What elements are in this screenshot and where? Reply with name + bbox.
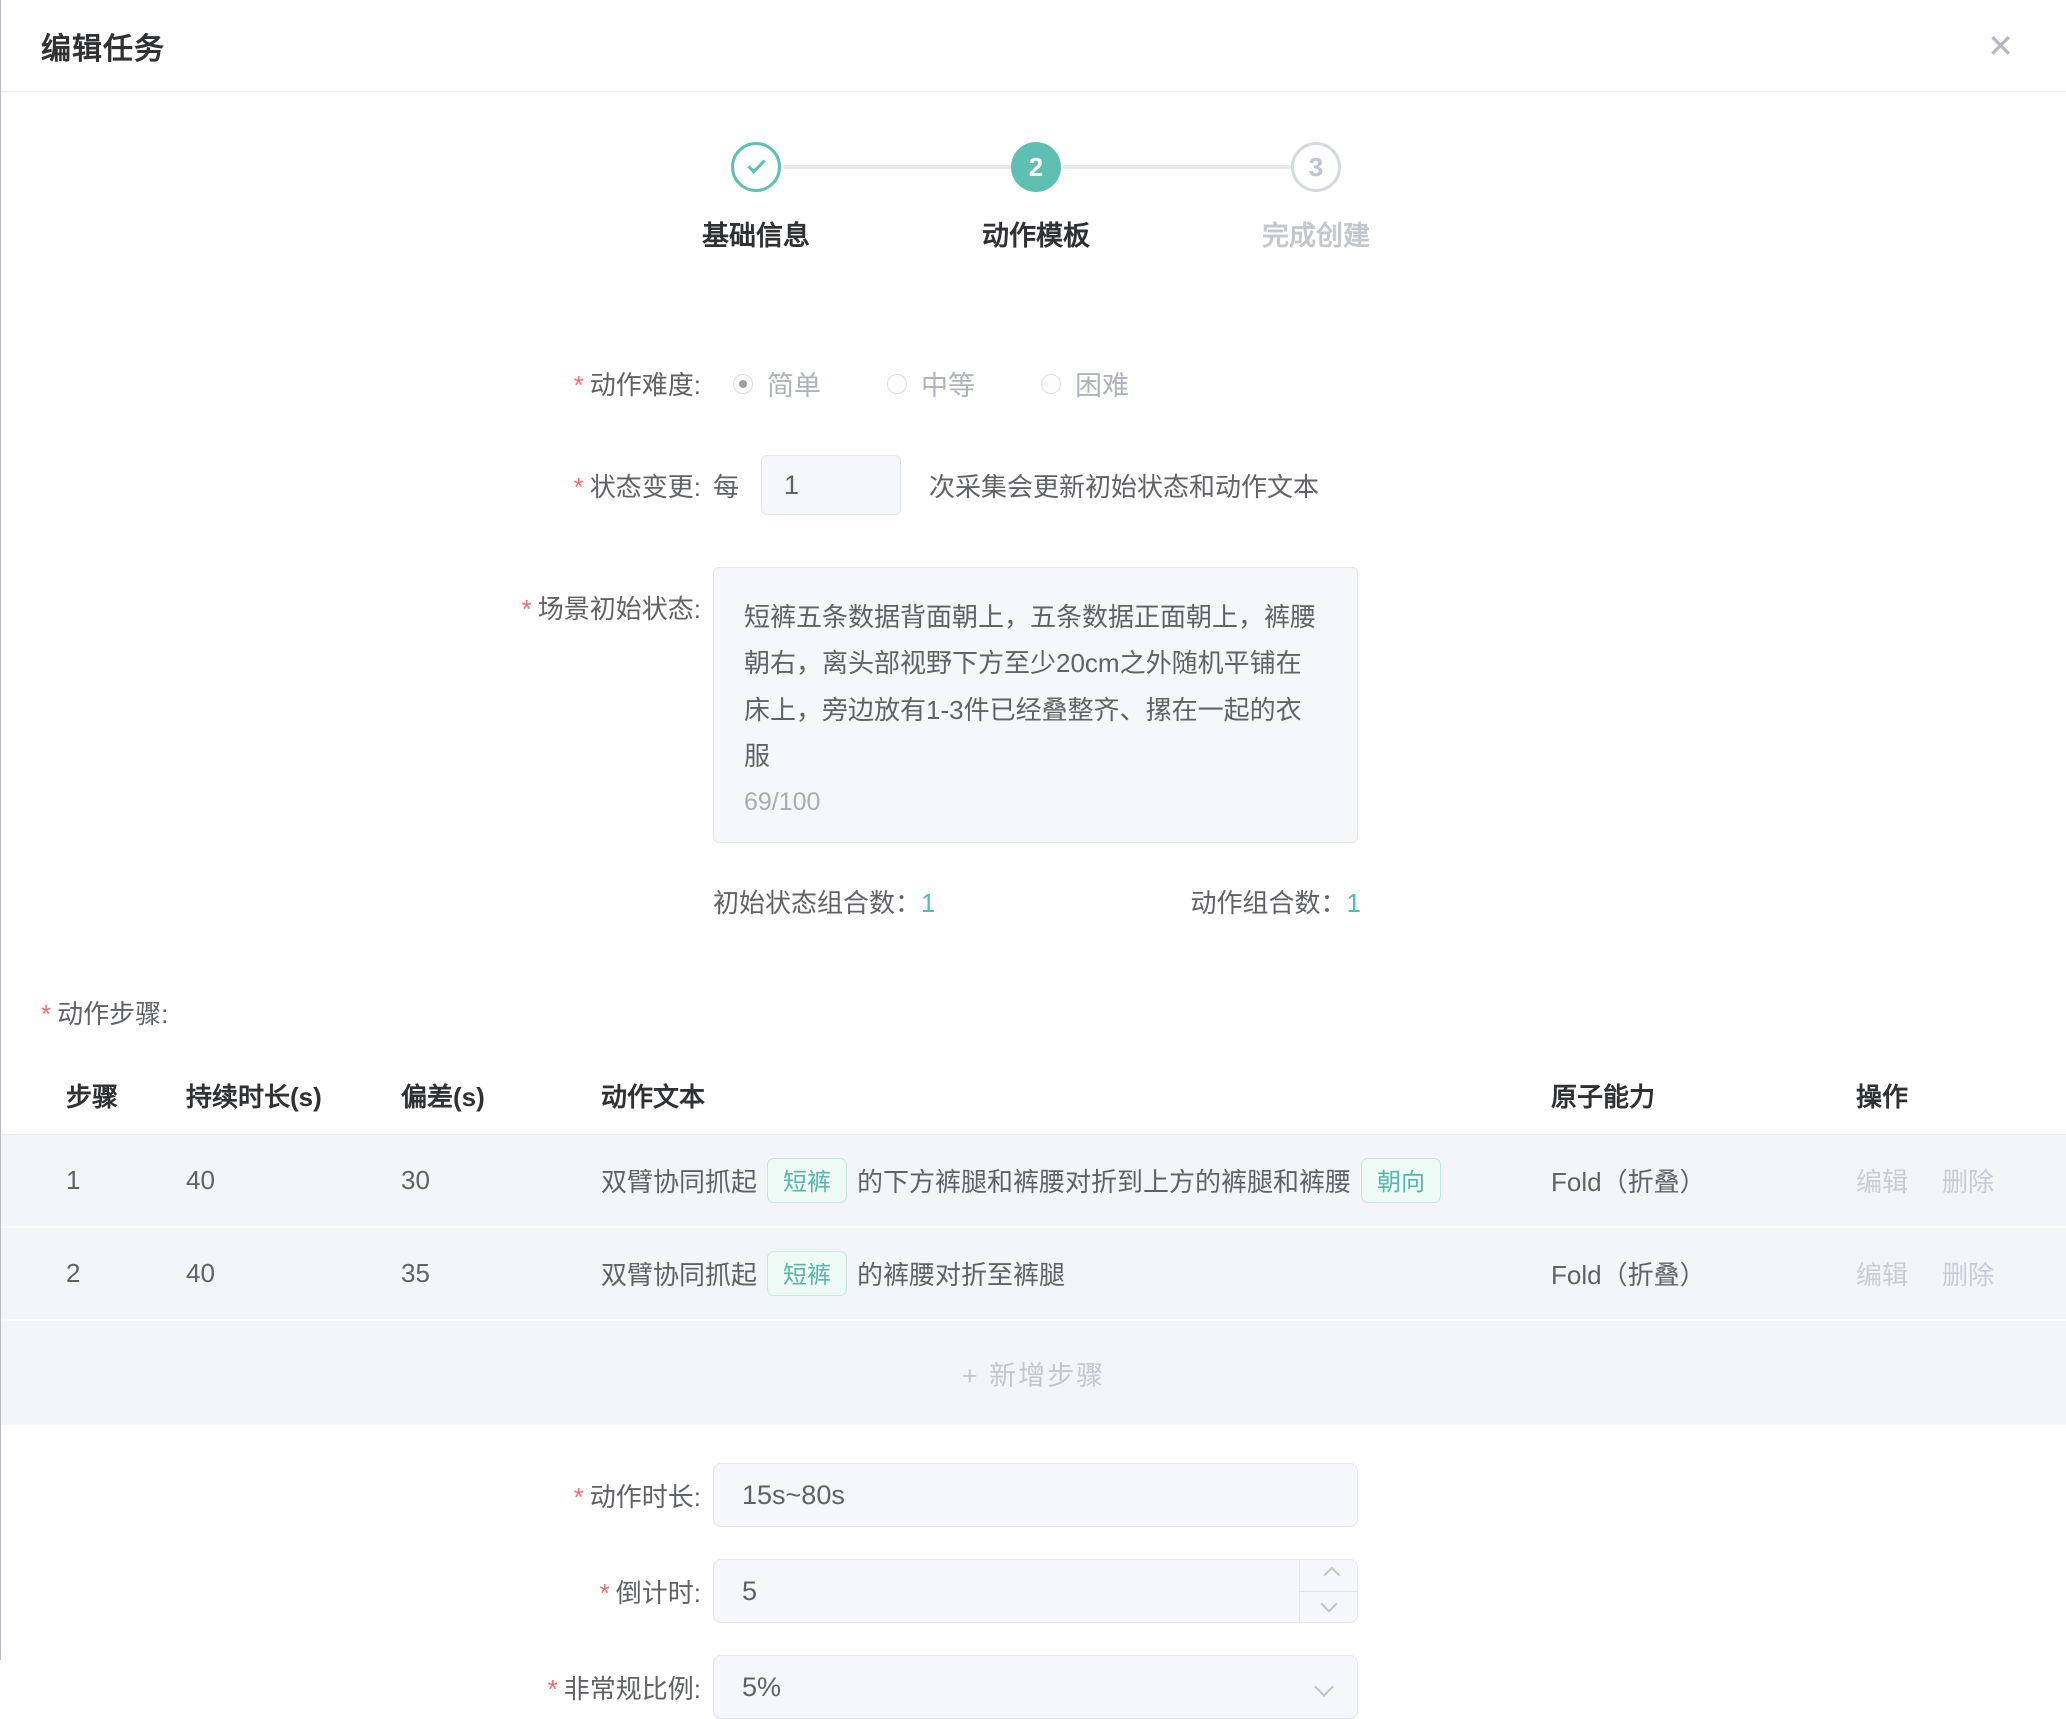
step-1-circle[interactable]	[731, 142, 781, 192]
close-icon[interactable]: ✕	[1987, 30, 2014, 62]
row-step: 2	[66, 1258, 186, 1289]
action-duration-row: *动作时长: 15s~80s	[1, 1463, 2066, 1527]
ratio-select[interactable]: 5%	[713, 1655, 1358, 1719]
row-step: 1	[66, 1165, 186, 1196]
required-mark: *	[600, 1578, 610, 1608]
difficulty-row: *动作难度: 简单 中等 困难	[1, 364, 2066, 403]
add-step-row: + 新增步骤	[1, 1321, 2066, 1425]
delete-button[interactable]: 删除	[1942, 1162, 1994, 1199]
object-tag: 短裤	[767, 1158, 847, 1203]
chevron-down-icon	[1320, 1595, 1337, 1612]
ratio-row: *非常规比例: 5%	[1, 1655, 2066, 1719]
initial-combo-value: 1	[921, 888, 935, 918]
action-duration-input[interactable]: 15s~80s	[713, 1463, 1358, 1527]
step-action-template[interactable]: 2 动作模板	[886, 142, 1186, 253]
required-mark: *	[574, 370, 584, 400]
initial-state-row: *场景初始状态: 短裤五条数据背面朝上，五条数据正面朝上，裤腰朝右，离头部视野下…	[1, 567, 2066, 843]
required-mark: *	[548, 1674, 558, 1704]
step-3-number: 3	[1309, 152, 1323, 183]
state-change-label: *状态变更:	[1, 467, 701, 504]
action-combo-value: 1	[1347, 888, 1361, 918]
radio-icon[interactable]	[887, 374, 907, 394]
combination-stats: 初始状态组合数：1 动作组合数：1	[713, 883, 1361, 920]
col-duration: 持续时长(s)	[186, 1077, 401, 1114]
initial-combo-stat: 初始状态组合数：1	[713, 883, 935, 920]
initial-state-label: *场景初始状态:	[1, 589, 701, 626]
state-change-control: 每 1 次采集会更新初始状态和动作文本	[713, 455, 1319, 515]
row-ability: Fold（折叠）	[1551, 1162, 1856, 1199]
step-basic-info[interactable]: 基础信息	[606, 142, 906, 253]
step-1-label: 基础信息	[606, 214, 906, 253]
state-change-row: *状态变更: 每 1 次采集会更新初始状态和动作文本	[1, 455, 2066, 515]
table-row: 1 40 30 双臂协同抓起 短裤 的下方裤腿和裤腰对折到上方的裤腿和裤腰 朝向…	[1, 1135, 2066, 1228]
col-action-text: 动作文本	[601, 1077, 1551, 1114]
radio-option-hard[interactable]: 困难	[1041, 364, 1129, 403]
step-2-circle[interactable]: 2	[1011, 142, 1061, 192]
stepper: 基础信息 2 动作模板 3 完成创建	[1, 122, 2066, 272]
step-3-label: 完成创建	[1166, 214, 1466, 253]
radio-option-medium[interactable]: 中等	[887, 364, 975, 403]
required-mark: *	[41, 999, 51, 1029]
form-lower: *动作时长: 15s~80s *倒计时: 5 *非常规比例: 5%	[1, 1463, 2066, 1719]
dialog-title: 编辑任务	[41, 24, 165, 68]
step-complete-creation[interactable]: 3 完成创建	[1166, 142, 1466, 253]
col-operations: 操作	[1856, 1077, 2066, 1114]
chevron-down-icon	[1314, 1677, 1334, 1697]
state-change-prefix: 每	[713, 467, 739, 504]
radio-icon[interactable]	[1041, 374, 1061, 394]
step-2-label: 动作模板	[886, 214, 1186, 253]
row-deviation: 30	[401, 1165, 601, 1196]
initial-state-textarea[interactable]: 短裤五条数据背面朝上，五条数据正面朝上，裤腰朝右，离头部视野下方至少20cm之外…	[713, 567, 1358, 843]
ratio-label: *非常规比例:	[1, 1669, 701, 1706]
step-2-number: 2	[1029, 152, 1043, 183]
radio-label: 简单	[767, 364, 821, 403]
orientation-tag: 朝向	[1361, 1158, 1441, 1203]
delete-button[interactable]: 删除	[1942, 1255, 1994, 1292]
required-mark: *	[574, 472, 584, 502]
dialog-header: 编辑任务 ✕	[1, 0, 2066, 92]
row-duration: 40	[186, 1165, 401, 1196]
difficulty-label: *动作难度:	[1, 365, 701, 402]
action-steps-label: *动作步骤:	[41, 994, 2066, 1031]
form-upper: *动作难度: 简单 中等 困难 *状态变更: 每 1 次采集会更新初始状态和动作…	[1, 364, 2066, 920]
action-duration-label: *动作时长:	[1, 1477, 701, 1514]
row-action-text: 双臂协同抓起 短裤 的裤腰对折至裤腿	[601, 1251, 1551, 1296]
increment-button[interactable]	[1300, 1560, 1357, 1592]
countdown-input[interactable]: 5	[713, 1559, 1358, 1623]
row-operations: 编辑 删除	[1856, 1162, 2066, 1199]
add-step-button[interactable]: + 新增步骤	[962, 1354, 1105, 1393]
row-operations: 编辑 删除	[1856, 1255, 2066, 1292]
number-stepper	[1299, 1560, 1357, 1622]
row-deviation: 35	[401, 1258, 601, 1289]
object-tag: 短裤	[767, 1251, 847, 1296]
countdown-row: *倒计时: 5	[1, 1559, 2066, 1623]
required-mark: *	[522, 594, 532, 624]
edit-button[interactable]: 编辑	[1856, 1162, 1908, 1199]
radio-label: 中等	[921, 364, 975, 403]
col-step: 步骤	[66, 1077, 186, 1114]
radio-option-simple[interactable]: 简单	[733, 364, 821, 403]
row-ability: Fold（折叠）	[1551, 1255, 1856, 1292]
step-3-circle[interactable]: 3	[1291, 142, 1341, 192]
row-duration: 40	[186, 1258, 401, 1289]
table-row: 2 40 35 双臂协同抓起 短裤 的裤腰对折至裤腿 Fold（折叠） 编辑 删…	[1, 1228, 2066, 1321]
decrement-button[interactable]	[1300, 1592, 1357, 1623]
state-change-input[interactable]: 1	[761, 455, 901, 515]
char-counter: 69/100	[744, 780, 820, 825]
chevron-up-icon	[1323, 1567, 1340, 1584]
action-combo-stat: 动作组合数：1	[1191, 883, 1361, 920]
initial-state-text: 短裤五条数据背面朝上，五条数据正面朝上，裤腰朝右，离头部视野下方至少20cm之外…	[744, 594, 1327, 779]
radio-icon-selected[interactable]	[733, 374, 753, 394]
difficulty-options: 简单 中等 困难	[713, 364, 1175, 403]
state-change-suffix: 次采集会更新初始状态和动作文本	[929, 467, 1319, 504]
check-icon	[747, 155, 765, 173]
col-ability: 原子能力	[1551, 1077, 1856, 1114]
edit-button[interactable]: 编辑	[1856, 1255, 1908, 1292]
radio-label: 困难	[1075, 364, 1129, 403]
table-header: 步骤 持续时长(s) 偏差(s) 动作文本 原子能力 操作	[1, 1057, 2066, 1135]
required-mark: *	[574, 1482, 584, 1512]
row-action-text: 双臂协同抓起 短裤 的下方裤腿和裤腰对折到上方的裤腿和裤腰 朝向	[601, 1158, 1551, 1203]
col-deviation: 偏差(s)	[401, 1077, 601, 1114]
countdown-label: *倒计时:	[1, 1573, 701, 1610]
